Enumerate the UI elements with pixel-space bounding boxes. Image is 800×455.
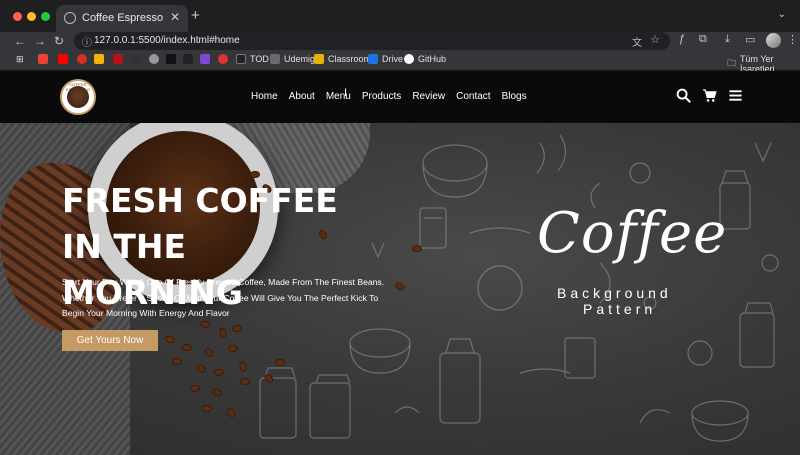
bookmark-icon-2[interactable] xyxy=(94,54,104,64)
hero-section: FRESH COFFEE IN THE MORNING Start Your D… xyxy=(0,123,800,455)
globe-icon xyxy=(64,12,76,24)
tab-title: Coffee Espresso xyxy=(82,12,164,24)
hero-description: Start Your Day With A Cup Of Freshly Bre… xyxy=(62,277,385,318)
coffee-bean xyxy=(228,345,238,352)
brand-script-title: Coffee xyxy=(537,201,728,266)
browser-tab-bar: Coffee Espresso ✕ + ⌄ xyxy=(0,0,800,32)
bookmark-tod[interactable]: TOD xyxy=(236,54,269,64)
more-menu-icon[interactable]: ⋮ xyxy=(787,33,798,46)
youtube-icon[interactable] xyxy=(58,54,68,64)
nav-blogs[interactable]: Blogs xyxy=(502,91,527,102)
bookmarks-bar: ⊞ TOD Udemig Classroom Drive GitHub 🗀 Tüm… xyxy=(0,50,800,74)
gmail-icon[interactable] xyxy=(38,54,48,64)
bookmark-icon-8[interactable] xyxy=(200,54,210,64)
nav-products[interactable]: Products xyxy=(362,91,401,102)
address-bar[interactable]: ⓘ 127.0.0.1:5500/index.html#home 文 ☆ xyxy=(74,32,670,50)
header-actions xyxy=(676,88,743,103)
browser-toolbar: ← → ↻ ⓘ 127.0.0.1:5500/index.html#home 文… xyxy=(0,32,800,50)
search-icon[interactable] xyxy=(676,88,691,103)
cast-icon[interactable]: ▭ xyxy=(745,33,755,46)
menu-icon[interactable] xyxy=(728,88,743,103)
brand-subtitle-line-2: Pattern xyxy=(583,301,657,317)
nav-contact[interactable]: Contact xyxy=(456,91,490,102)
url-text[interactable]: 127.0.0.1:5500/index.html#home xyxy=(94,35,240,46)
folder-icon: 🗀 xyxy=(727,58,737,68)
coffee-bean xyxy=(202,405,212,412)
coffee-bean xyxy=(412,245,422,252)
tab-search-icon[interactable]: ⌄ xyxy=(778,9,786,20)
coffee-bean xyxy=(200,321,210,328)
coffee-bean xyxy=(275,359,285,366)
bookmark-drive[interactable]: Drive xyxy=(368,54,403,64)
window-zoom-button[interactable] xyxy=(41,12,50,21)
bookmark-star-icon[interactable]: ☆ xyxy=(650,33,660,46)
coffee-bean xyxy=(172,358,182,365)
text-cursor-icon: I xyxy=(344,87,348,99)
main-nav: Home About Menu Products Review Contact … xyxy=(251,91,538,102)
forward-button[interactable]: → xyxy=(34,32,46,50)
bookmark-icon-4[interactable] xyxy=(131,54,141,64)
bookmark-icon-3[interactable] xyxy=(113,54,123,64)
coffee-bean xyxy=(190,385,200,392)
nav-about[interactable]: About xyxy=(289,91,315,102)
font-extension-icon[interactable]: ƒ xyxy=(679,33,685,45)
reload-button[interactable]: ↻ xyxy=(54,32,64,50)
coffee-bean xyxy=(182,344,192,351)
window-minimize-button[interactable] xyxy=(27,12,36,21)
apps-grid-icon[interactable]: ⊞ xyxy=(16,54,24,65)
bookmark-icon-5[interactable] xyxy=(149,54,159,64)
nav-home[interactable]: Home xyxy=(251,91,278,102)
browser-tab[interactable]: Coffee Espresso ✕ xyxy=(56,5,188,32)
window-close-button[interactable] xyxy=(13,12,22,21)
get-yours-now-button[interactable]: Get Yours Now xyxy=(62,330,158,351)
back-button[interactable]: ← xyxy=(14,32,26,50)
bookmark-github[interactable]: GitHub xyxy=(404,54,446,64)
cart-icon[interactable] xyxy=(702,88,717,103)
bookmark-udemig[interactable]: Udemig xyxy=(270,54,315,64)
coffee-cup-logo-icon xyxy=(67,86,89,108)
coffee-bean xyxy=(240,378,250,385)
translate-icon[interactable]: 文 xyxy=(632,34,642,49)
site-header: COFFEE ESPRESSO Home About Menu Products… xyxy=(0,71,800,123)
new-tab-button[interactable]: + xyxy=(191,7,200,24)
coffee-bean xyxy=(214,369,224,376)
bookmark-icon-6[interactable] xyxy=(166,54,176,64)
nav-review[interactable]: Review xyxy=(412,91,445,102)
close-tab-icon[interactable]: ✕ xyxy=(170,10,180,24)
site-info-icon[interactable]: ⓘ xyxy=(82,34,92,49)
nav-menu[interactable]: Menu xyxy=(326,91,351,102)
extensions-icon[interactable]: ⧉ xyxy=(699,33,707,46)
download-icon[interactable]: ⤓ xyxy=(725,33,730,46)
brand-subtitle-line-1: Background xyxy=(557,285,672,301)
bookmark-icon-1[interactable] xyxy=(77,54,87,64)
site-logo[interactable]: COFFEE ESPRESSO xyxy=(60,79,96,115)
bookmark-icon-9[interactable] xyxy=(218,54,228,64)
profile-avatar[interactable] xyxy=(766,33,781,48)
coffee-bean xyxy=(250,171,260,178)
bookmark-icon-7[interactable] xyxy=(183,54,193,64)
bookmark-classroom[interactable]: Classroom xyxy=(314,54,371,64)
coffee-bean xyxy=(232,325,242,332)
